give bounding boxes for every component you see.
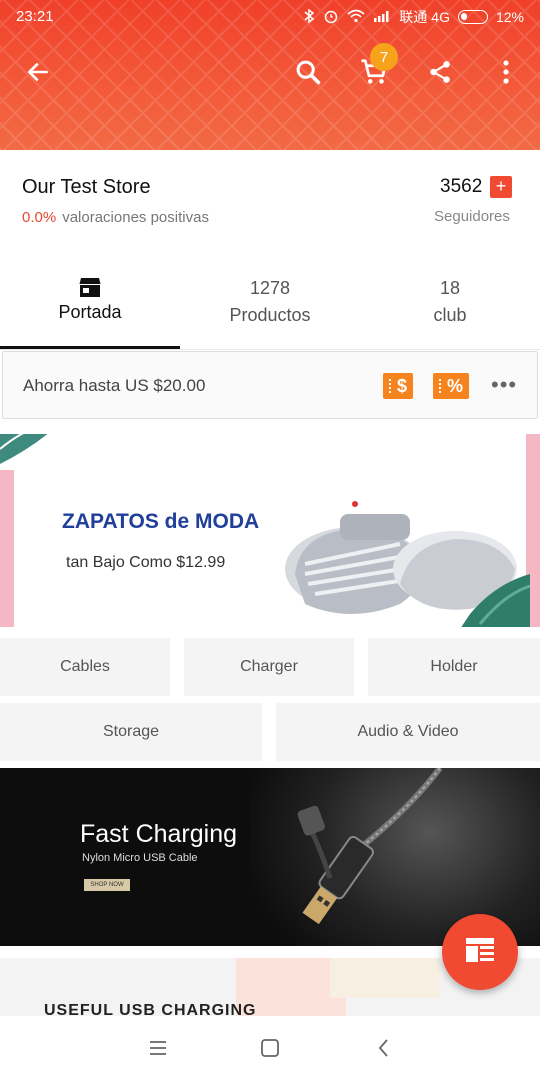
divider [0,349,540,350]
shoes-banner[interactable]: ZAPATOS de MODA tan Bajo Como $12.99 [0,434,540,627]
category-grid: Cables Charger Holder Storage Audio & Vi… [0,638,540,762]
category-cables[interactable]: Cables [0,638,170,696]
coupon-percent-tag[interactable]: % [433,373,470,399]
coupon-text: Ahorra hasta US $20.00 [23,376,206,395]
coupon-bar[interactable]: Ahorra hasta US $20.00 $ % ••• [2,351,538,419]
bluetooth-icon [303,8,315,27]
more-horizontal-icon[interactable]: ••• [491,372,517,398]
store-icon [0,276,180,298]
tab-label: Productos [229,305,311,325]
toolbar [0,46,540,96]
cart-count-badge: 7 [370,43,398,71]
rating-label: valoraciones positivas [62,209,209,226]
tab-portada[interactable]: Portada [0,266,180,350]
store-name: Our Test Store [22,176,151,198]
back-icon[interactable] [372,1036,396,1060]
baby-shoes-image [285,501,530,627]
banner-title: USEFUL USB CHARGING [44,1002,257,1016]
tab-count: 1278 [249,278,291,298]
tab-label: Portada [58,302,122,322]
home-icon[interactable] [258,1036,282,1060]
followers-count: 3562 [440,176,483,197]
category-holder[interactable]: Holder [368,638,540,696]
store-menu-fab[interactable] [442,914,518,990]
banner-subtitle: Nylon Micro USB Cable [82,852,198,864]
follow-button[interactable]: + [490,176,512,198]
banner-subtitle: tan Bajo Como $12.99 [66,554,226,571]
tab-count: 18 [439,278,461,298]
more-vertical-icon[interactable] [488,54,524,90]
store-rating: 0.0% valoraciones positivas [22,209,209,226]
leaf-decoration [0,434,48,464]
banner-decoration [330,958,440,998]
status-icons: 联通 4G 12% [303,7,524,27]
category-audio-video[interactable]: Audio & Video [276,703,540,761]
coupon-tag-label: $ [397,375,408,396]
status-bar: 23:21 联通 4G 12% [0,0,540,34]
status-time: 23:21 [16,8,54,25]
banner-decoration [0,470,14,627]
banner-title: Fast Charging [80,820,238,848]
battery-level: 12% [495,9,524,25]
category-storage[interactable]: Storage [0,703,262,761]
store-tabs: Portada 1278 Productos 18 club [0,266,540,350]
tab-productos[interactable]: 1278 Productos [180,266,360,350]
carrier-label: 联通 4G [399,9,450,25]
banner-title: ZAPATOS de MODA [62,510,260,533]
tab-club[interactable]: 18 club [360,266,540,350]
search-icon[interactable] [290,54,326,90]
tab-label: club [433,305,467,325]
category-charger[interactable]: Charger [184,638,354,696]
usb-cable-image [297,768,443,925]
shop-now-button[interactable]: SHOP NOW [84,879,130,891]
share-icon[interactable] [422,54,458,90]
coupon-dollar-tag[interactable]: $ [383,373,414,399]
menu-icon[interactable] [146,1036,170,1060]
system-nav-bar [0,1016,540,1080]
followers-label: Seguidores [434,208,510,225]
wifi-icon [347,9,365,26]
battery-icon [457,10,488,24]
store-menu-icon [464,936,496,969]
alarm-icon [323,8,339,27]
coupon-tag-label: % [447,375,464,396]
arrow-left-icon[interactable] [20,54,56,90]
signal-icon [373,9,391,25]
rating-percent: 0.0% [22,209,57,226]
store-header: 23:21 联通 4G 12% 7 [0,0,540,150]
